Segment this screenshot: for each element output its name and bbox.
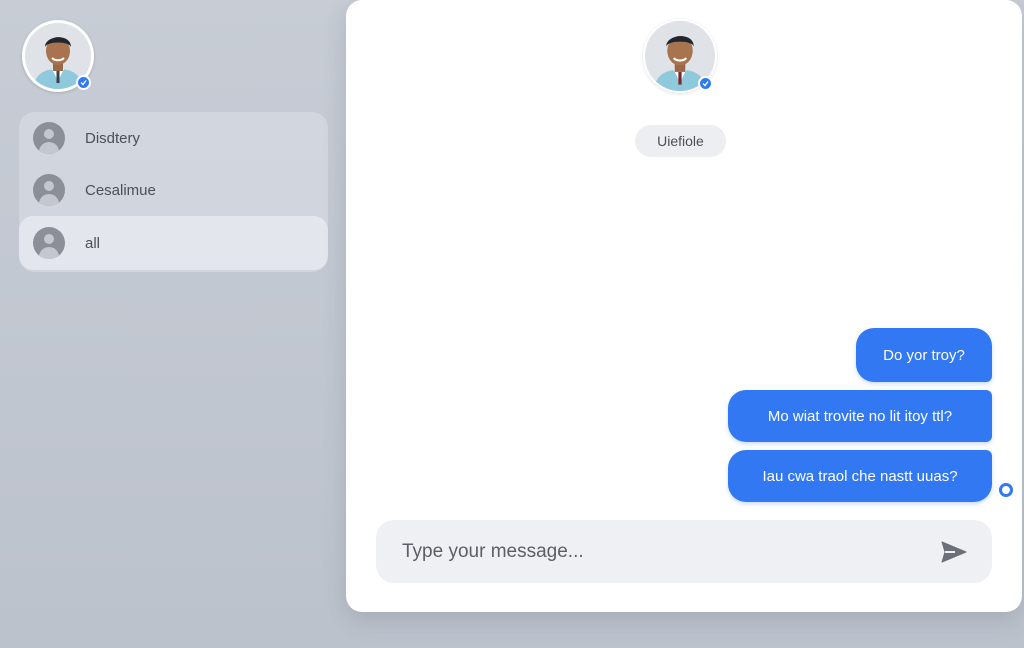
message-bubble: Mo wiat trovite no lit itoy ttl? bbox=[728, 390, 992, 442]
user-avatar-icon bbox=[33, 174, 65, 206]
verified-badge-icon bbox=[76, 75, 91, 90]
user-avatar-icon bbox=[33, 227, 65, 259]
contact-item[interactable]: Cesalimue bbox=[19, 164, 328, 216]
message-bubble: Do yor troy? bbox=[856, 328, 992, 382]
contact-item[interactable]: Disdtery bbox=[19, 112, 328, 164]
contact-item-active[interactable]: all bbox=[19, 216, 328, 270]
chat-contact-name: Uiefiole bbox=[635, 125, 726, 157]
chat-window: Uiefiole Do yor troy? Mo wiat trovite no… bbox=[346, 0, 1022, 612]
read-receipt-icon bbox=[999, 483, 1013, 497]
profile-avatar[interactable] bbox=[22, 20, 94, 92]
user-avatar-icon bbox=[33, 122, 65, 154]
send-button[interactable] bbox=[934, 532, 974, 572]
contact-name: Cesalimue bbox=[85, 181, 156, 199]
contact-name: all bbox=[85, 234, 101, 252]
verified-badge-icon bbox=[698, 76, 713, 91]
chat-contact-avatar[interactable] bbox=[643, 19, 717, 93]
contact-list: Disdtery Cesalimue all bbox=[19, 112, 328, 272]
message-bubble: Iau cwa traol che nastt uuas? bbox=[728, 450, 992, 502]
send-icon bbox=[941, 541, 967, 562]
message-input[interactable] bbox=[376, 520, 934, 583]
message-composer bbox=[376, 520, 992, 583]
contact-name: Disdtery bbox=[85, 129, 141, 147]
